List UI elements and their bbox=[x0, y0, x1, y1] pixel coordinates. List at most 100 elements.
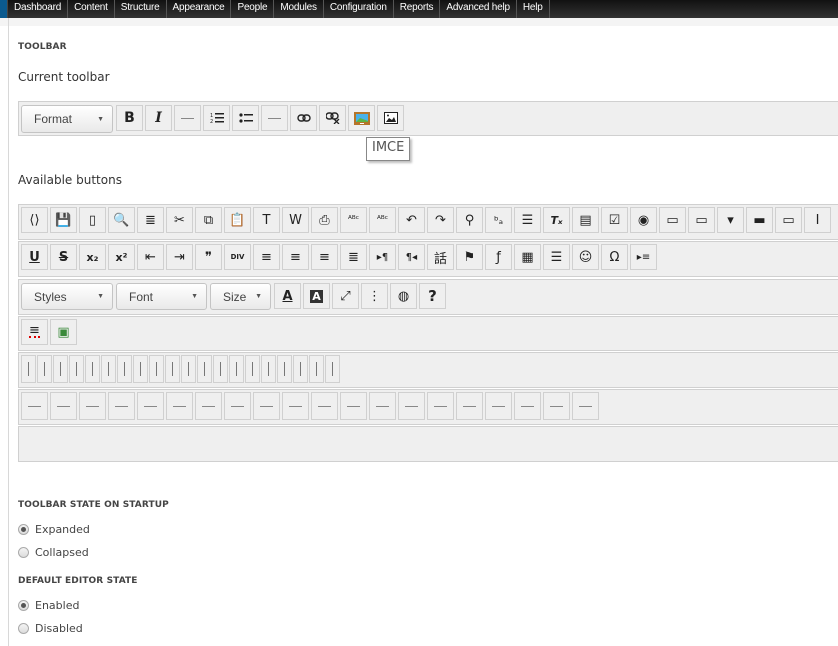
vertical-separator-button[interactable] bbox=[21, 355, 36, 383]
vertical-separator-button[interactable] bbox=[133, 355, 148, 383]
font-combo[interactable]: Font ▼ bbox=[116, 283, 207, 310]
checkbox-button[interactable]: ☑ bbox=[601, 207, 628, 233]
new-page-button[interactable]: ▯ bbox=[79, 207, 106, 233]
nav-modules[interactable]: Modules bbox=[274, 0, 324, 18]
nav-advanced-help[interactable]: Advanced help bbox=[440, 0, 517, 18]
horizontal-separator-button[interactable] bbox=[543, 392, 570, 420]
ltr-button[interactable]: ▸¶ bbox=[369, 244, 396, 270]
vertical-separator-button[interactable] bbox=[149, 355, 164, 383]
page-break-button[interactable]: ▸≡ bbox=[630, 244, 657, 270]
button-button[interactable]: ▬ bbox=[746, 207, 773, 233]
text-field-button[interactable]: ▭ bbox=[659, 207, 686, 233]
select-button[interactable]: ▾ bbox=[717, 207, 744, 233]
paste-text-button[interactable]: T bbox=[253, 207, 280, 233]
horizontal-separator-button[interactable] bbox=[50, 392, 77, 420]
vertical-separator-button[interactable] bbox=[245, 355, 260, 383]
horizontal-separator-button[interactable] bbox=[282, 392, 309, 420]
copy-button[interactable]: ⧉ bbox=[195, 207, 222, 233]
vertical-separator-button[interactable] bbox=[309, 355, 324, 383]
radio-enabled-control[interactable] bbox=[18, 600, 29, 611]
link-button[interactable] bbox=[290, 105, 317, 131]
numbered-list-button[interactable]: 12 bbox=[203, 105, 230, 131]
radio-expanded[interactable]: Expanded bbox=[18, 523, 90, 536]
print-button[interactable]: ⎙ bbox=[311, 207, 338, 233]
teaser-break-button[interactable]: ≡ bbox=[21, 319, 48, 345]
vertical-separator-button[interactable] bbox=[117, 355, 132, 383]
align-left-button[interactable]: ≡ bbox=[253, 244, 280, 270]
rtl-button[interactable]: ¶◂ bbox=[398, 244, 425, 270]
vertical-separator-button[interactable] bbox=[53, 355, 68, 383]
save-button[interactable]: 💾 bbox=[50, 207, 77, 233]
scayt-button[interactable]: ᴬᴮᶜ bbox=[369, 207, 396, 233]
vertical-separator-button[interactable] bbox=[213, 355, 228, 383]
size-combo[interactable]: Size ▼ bbox=[210, 283, 271, 310]
special-char-button[interactable]: Ω bbox=[601, 244, 628, 270]
horizontal-separator-button[interactable] bbox=[427, 392, 454, 420]
format-combo[interactable]: Format ▼ bbox=[21, 105, 113, 133]
vertical-separator-button[interactable] bbox=[69, 355, 84, 383]
horizontal-separator-button[interactable] bbox=[369, 392, 396, 420]
horizontal-separator-button[interactable] bbox=[311, 392, 338, 420]
source-button[interactable]: ⟨⟩ bbox=[21, 207, 48, 233]
vertical-separator-button[interactable] bbox=[229, 355, 244, 383]
vertical-separator-button[interactable] bbox=[325, 355, 340, 383]
nav-help[interactable]: Help bbox=[517, 0, 550, 18]
select-all-button[interactable]: ☰ bbox=[514, 207, 541, 233]
radio-expanded-control[interactable] bbox=[18, 524, 29, 535]
iframe-button[interactable]: ◍ bbox=[390, 283, 417, 309]
align-justify-button[interactable]: ≣ bbox=[340, 244, 367, 270]
blockquote-button[interactable]: ❞ bbox=[195, 244, 222, 270]
horizontal-separator-button[interactable] bbox=[398, 392, 425, 420]
templates-button[interactable]: ≣ bbox=[137, 207, 164, 233]
vertical-separator-button[interactable] bbox=[197, 355, 212, 383]
horizontal-rule-button[interactable]: ☰ bbox=[543, 244, 570, 270]
anchor-button[interactable]: ⚑ bbox=[456, 244, 483, 270]
horizontal-separator-button[interactable] bbox=[340, 392, 367, 420]
radio-enabled[interactable]: Enabled bbox=[18, 599, 79, 612]
nav-content[interactable]: Content bbox=[68, 0, 115, 18]
radio-collapsed-control[interactable] bbox=[18, 547, 29, 558]
maximize-button[interactable]: ⤢ bbox=[332, 283, 359, 309]
preview-button[interactable]: 🔍 bbox=[108, 207, 135, 233]
bulleted-list-button[interactable] bbox=[232, 105, 259, 131]
outdent-button[interactable]: ⇤ bbox=[137, 244, 164, 270]
indent-button[interactable]: ⇥ bbox=[166, 244, 193, 270]
redo-button[interactable]: ↷ bbox=[427, 207, 454, 233]
bold-button[interactable]: B bbox=[116, 105, 143, 131]
nav-dashboard[interactable]: Dashboard bbox=[8, 0, 69, 18]
vertical-separator-button[interactable] bbox=[37, 355, 52, 383]
paste-word-button[interactable]: W bbox=[282, 207, 309, 233]
align-center-button[interactable]: ≡ bbox=[282, 244, 309, 270]
language-button[interactable]: 話 bbox=[427, 244, 454, 270]
paste-button[interactable]: 📋 bbox=[224, 207, 251, 233]
horizontal-separator-button[interactable] bbox=[224, 392, 251, 420]
admin-menu-home-icon[interactable] bbox=[0, 0, 8, 18]
vertical-separator-button[interactable] bbox=[277, 355, 292, 383]
image-button-button[interactable]: ▭ bbox=[775, 207, 802, 233]
remove-format-button[interactable]: Tₓ bbox=[543, 207, 570, 233]
media-button[interactable]: ▣ bbox=[50, 319, 77, 345]
horizontal-separator-button[interactable] bbox=[514, 392, 541, 420]
vertical-separator-button[interactable] bbox=[101, 355, 116, 383]
vertical-separator-button[interactable] bbox=[181, 355, 196, 383]
underline-button[interactable]: U bbox=[21, 244, 48, 270]
horizontal-separator-button[interactable] bbox=[108, 392, 135, 420]
align-right-button[interactable]: ≡ bbox=[311, 244, 338, 270]
radio-disabled-control[interactable] bbox=[18, 623, 29, 634]
horizontal-separator-button[interactable] bbox=[137, 392, 164, 420]
image-button[interactable] bbox=[377, 105, 404, 131]
show-blocks-button[interactable]: ⋮ bbox=[361, 283, 388, 309]
horizontal-separator-button[interactable] bbox=[485, 392, 512, 420]
unlink-button[interactable] bbox=[319, 105, 346, 131]
text-color-button[interactable]: A bbox=[274, 283, 301, 309]
nav-structure[interactable]: Structure bbox=[115, 0, 167, 18]
subscript-button[interactable]: x₂ bbox=[79, 244, 106, 270]
create-div-button[interactable]: DIV bbox=[224, 244, 251, 270]
textarea-button[interactable]: ▭ bbox=[688, 207, 715, 233]
find-button[interactable]: ⚲ bbox=[456, 207, 483, 233]
radio-collapsed[interactable]: Collapsed bbox=[18, 546, 89, 559]
spellcheck-button[interactable]: ᴬᴮᶜ bbox=[340, 207, 367, 233]
radio-button[interactable]: ◉ bbox=[630, 207, 657, 233]
flash-button[interactable]: ƒ bbox=[485, 244, 512, 270]
bg-color-button[interactable]: A bbox=[303, 283, 330, 309]
